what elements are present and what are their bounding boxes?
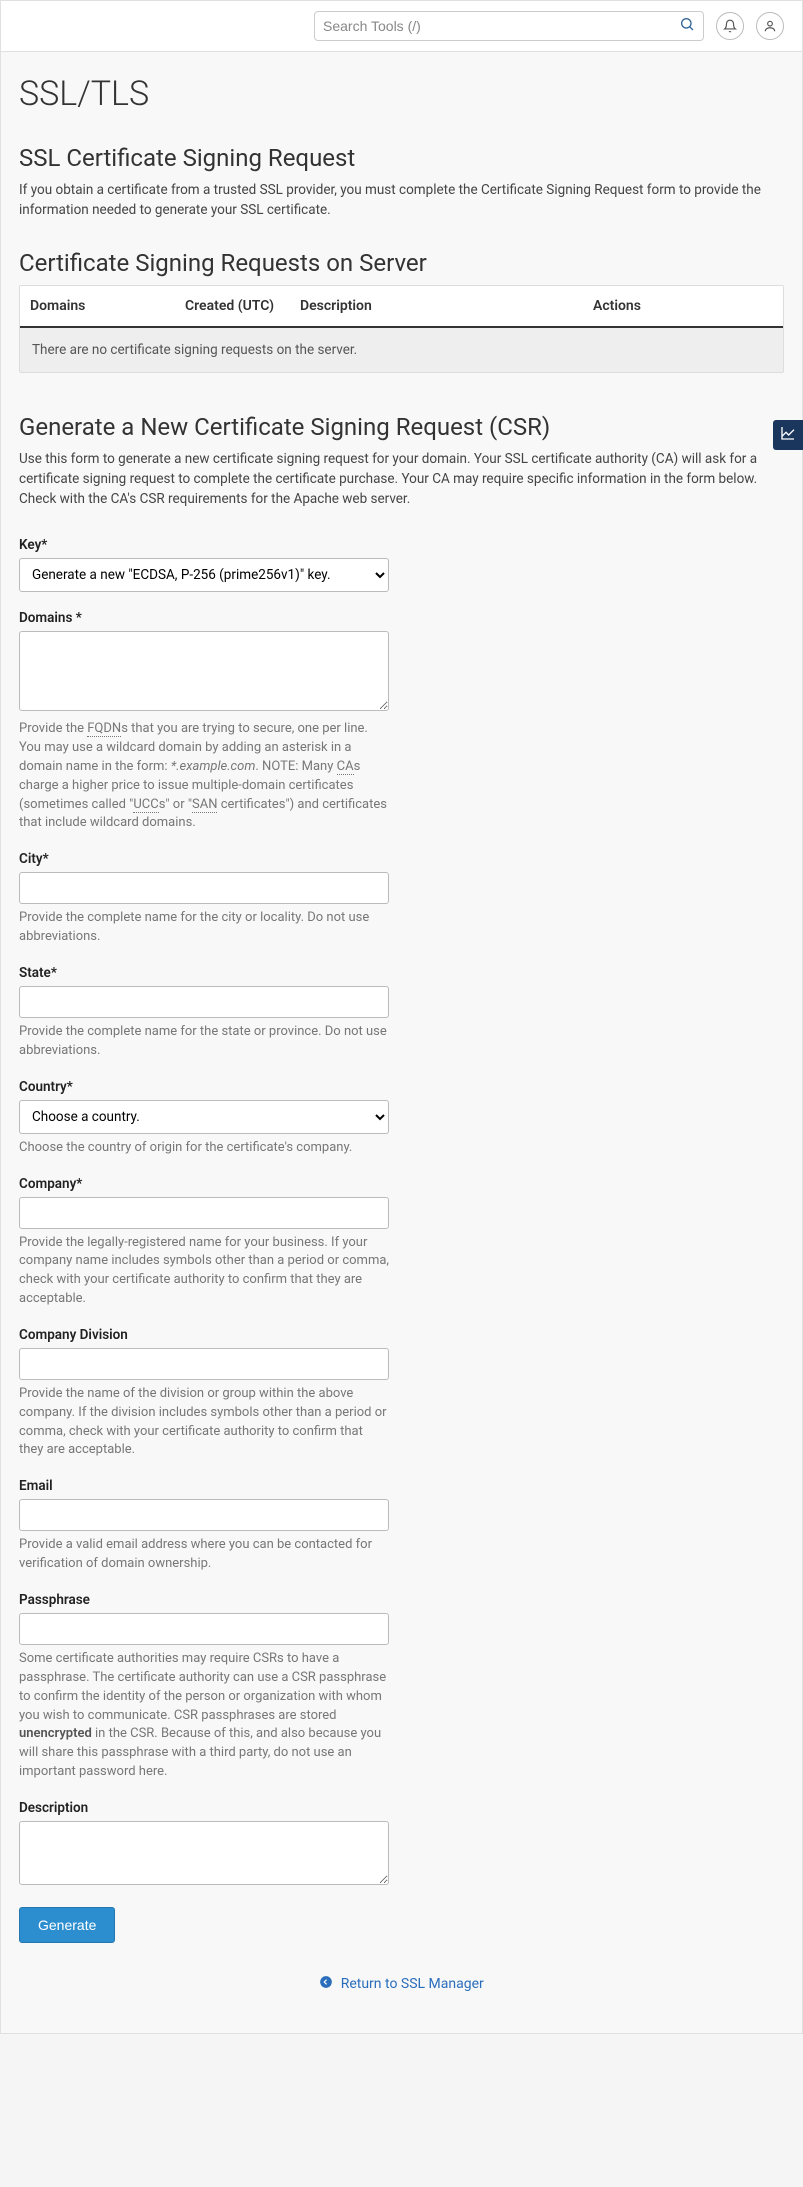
company-division-help: Provide the name of the division or grou… [19,1385,389,1460]
field-domains: Domains * Provide the FQDNs that you are… [19,610,389,833]
col-header-created[interactable]: Created (UTC) [185,298,300,314]
field-passphrase: Passphrase Some certificate authorities … [19,1592,389,1782]
csr-table: Domains Created (UTC) Description Action… [19,285,784,373]
csr-table-heading: Certificate Signing Requests on Server [19,249,784,277]
country-select[interactable]: Choose a country. [19,1100,389,1134]
generate-button[interactable]: Generate [19,1907,115,1943]
field-email: Email Provide a valid email address wher… [19,1478,389,1574]
field-city: City* Provide the complete name for the … [19,851,389,947]
search-input[interactable] [323,12,679,40]
domains-textarea[interactable] [19,631,389,711]
search-tools-wrap[interactable] [314,11,704,41]
field-company-division: Company Division Provide the name of the… [19,1327,389,1460]
table-empty-message: There are no certificate signing request… [20,328,783,372]
city-help: Provide the complete name for the city o… [19,909,389,947]
domains-help: Provide the FQDNs that you are trying to… [19,720,389,833]
key-select[interactable]: Generate a new "ECDSA, P-256 (prime256v1… [19,558,389,592]
passphrase-label: Passphrase [19,1592,389,1608]
field-country: Country* Choose a country. Choose the co… [19,1079,389,1158]
email-help: Provide a valid email address where you … [19,1536,389,1574]
field-description: Description [19,1800,389,1889]
csr-intro-text: If you obtain a certificate from a trust… [19,180,784,221]
generate-csr-heading: Generate a New Certificate Signing Reque… [19,413,784,441]
email-input[interactable] [19,1499,389,1531]
city-label: City* [19,851,389,867]
return-link-wrap: Return to SSL Manager [19,1975,784,1993]
search-icon[interactable] [679,16,695,36]
country-label: Country* [19,1079,389,1095]
stats-side-tab[interactable] [773,420,803,450]
table-header-row: Domains Created (UTC) Description Action… [20,286,783,328]
passphrase-input[interactable] [19,1613,389,1645]
state-help: Provide the complete name for the state … [19,1023,389,1061]
field-company: Company* Provide the legally-registered … [19,1176,389,1309]
field-state: State* Provide the complete name for the… [19,965,389,1061]
company-help: Provide the legally-registered name for … [19,1234,389,1309]
top-bar [1,1,802,52]
description-label: Description [19,1800,389,1816]
page-title: SSL/TLS [19,74,784,114]
country-help: Choose the country of origin for the cer… [19,1139,389,1158]
col-header-domains[interactable]: Domains [30,298,185,314]
notifications-button[interactable] [716,12,744,40]
return-ssl-manager-link[interactable]: Return to SSL Manager [319,1976,484,1992]
col-header-description[interactable]: Description [300,298,593,314]
email-label: Email [19,1478,389,1494]
company-label: Company* [19,1176,389,1192]
col-header-actions: Actions [593,298,773,314]
company-division-label: Company Division [19,1327,389,1343]
generate-csr-intro: Use this form to generate a new certific… [19,449,784,510]
account-button[interactable] [756,12,784,40]
passphrase-help: Some certificate authorities may require… [19,1650,389,1782]
arrow-left-circle-icon [319,1977,336,1993]
csr-form-heading: SSL Certificate Signing Request [19,144,784,172]
company-input[interactable] [19,1197,389,1229]
city-input[interactable] [19,872,389,904]
domains-label: Domains * [19,610,389,626]
state-label: State* [19,965,389,981]
chart-icon [780,425,796,445]
description-textarea[interactable] [19,1821,389,1885]
key-label: Key* [19,537,389,553]
company-division-input[interactable] [19,1348,389,1380]
state-input[interactable] [19,986,389,1018]
field-key: Key* Generate a new "ECDSA, P-256 (prime… [19,537,389,592]
